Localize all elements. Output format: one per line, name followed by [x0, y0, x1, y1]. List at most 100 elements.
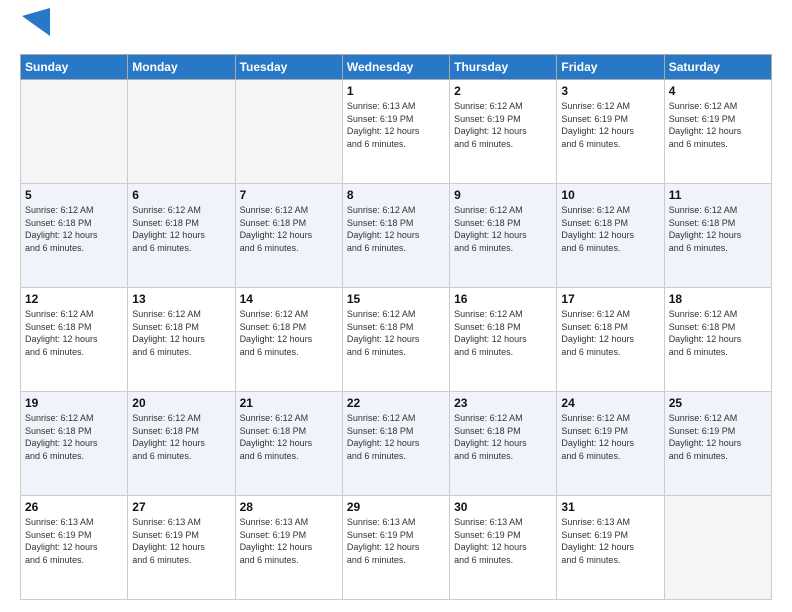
calendar-week-row: 1 Sunrise: 6:13 AM Sunset: 6:19 PM Daylig… [21, 80, 772, 184]
page: SundayMondayTuesdayWednesdayThursdayFrid… [0, 0, 792, 612]
day-info: Sunrise: 6:13 AM Sunset: 6:19 PM Dayligh… [347, 516, 445, 566]
day-number: 31 [561, 500, 659, 514]
calendar-cell: 3 Sunrise: 6:12 AM Sunset: 6:19 PM Daylig… [557, 80, 664, 184]
calendar-cell: 28 Sunrise: 6:13 AM Sunset: 6:19 PM Dayli… [235, 496, 342, 600]
calendar-cell: 22 Sunrise: 6:12 AM Sunset: 6:18 PM Dayli… [342, 392, 449, 496]
calendar-week-row: 12 Sunrise: 6:12 AM Sunset: 6:18 PM Dayli… [21, 288, 772, 392]
header [20, 16, 772, 44]
calendar-cell [235, 80, 342, 184]
weekday-header: Monday [128, 55, 235, 80]
calendar-cell: 21 Sunrise: 6:12 AM Sunset: 6:18 PM Dayli… [235, 392, 342, 496]
day-number: 18 [669, 292, 767, 306]
weekday-header: Thursday [450, 55, 557, 80]
day-number: 7 [240, 188, 338, 202]
calendar-cell: 18 Sunrise: 6:12 AM Sunset: 6:18 PM Dayli… [664, 288, 771, 392]
calendar-cell: 5 Sunrise: 6:12 AM Sunset: 6:18 PM Daylig… [21, 184, 128, 288]
calendar-week-row: 5 Sunrise: 6:12 AM Sunset: 6:18 PM Daylig… [21, 184, 772, 288]
weekday-header: Sunday [21, 55, 128, 80]
calendar-week-row: 19 Sunrise: 6:12 AM Sunset: 6:18 PM Dayli… [21, 392, 772, 496]
calendar-table: SundayMondayTuesdayWednesdayThursdayFrid… [20, 54, 772, 600]
calendar-cell: 7 Sunrise: 6:12 AM Sunset: 6:18 PM Daylig… [235, 184, 342, 288]
day-number: 12 [25, 292, 123, 306]
day-number: 15 [347, 292, 445, 306]
day-number: 20 [132, 396, 230, 410]
day-info: Sunrise: 6:12 AM Sunset: 6:18 PM Dayligh… [240, 412, 338, 462]
day-number: 6 [132, 188, 230, 202]
day-info: Sunrise: 6:12 AM Sunset: 6:18 PM Dayligh… [669, 308, 767, 358]
calendar-cell: 2 Sunrise: 6:12 AM Sunset: 6:19 PM Daylig… [450, 80, 557, 184]
day-info: Sunrise: 6:12 AM Sunset: 6:18 PM Dayligh… [347, 204, 445, 254]
calendar-cell: 10 Sunrise: 6:12 AM Sunset: 6:18 PM Dayli… [557, 184, 664, 288]
calendar-cell: 4 Sunrise: 6:12 AM Sunset: 6:19 PM Daylig… [664, 80, 771, 184]
day-info: Sunrise: 6:12 AM Sunset: 6:18 PM Dayligh… [347, 412, 445, 462]
day-number: 22 [347, 396, 445, 410]
day-info: Sunrise: 6:12 AM Sunset: 6:18 PM Dayligh… [25, 308, 123, 358]
weekday-header: Saturday [664, 55, 771, 80]
calendar-cell [664, 496, 771, 600]
logo-icon [22, 8, 50, 44]
calendar-cell: 6 Sunrise: 6:12 AM Sunset: 6:18 PM Daylig… [128, 184, 235, 288]
day-info: Sunrise: 6:12 AM Sunset: 6:19 PM Dayligh… [669, 412, 767, 462]
day-info: Sunrise: 6:12 AM Sunset: 6:18 PM Dayligh… [454, 412, 552, 462]
day-number: 24 [561, 396, 659, 410]
day-number: 23 [454, 396, 552, 410]
day-number: 3 [561, 84, 659, 98]
day-number: 28 [240, 500, 338, 514]
day-number: 2 [454, 84, 552, 98]
day-number: 4 [669, 84, 767, 98]
weekday-header: Tuesday [235, 55, 342, 80]
calendar-cell: 29 Sunrise: 6:13 AM Sunset: 6:19 PM Dayli… [342, 496, 449, 600]
day-number: 10 [561, 188, 659, 202]
day-number: 26 [25, 500, 123, 514]
day-info: Sunrise: 6:12 AM Sunset: 6:19 PM Dayligh… [561, 412, 659, 462]
calendar-cell: 12 Sunrise: 6:12 AM Sunset: 6:18 PM Dayli… [21, 288, 128, 392]
day-info: Sunrise: 6:12 AM Sunset: 6:18 PM Dayligh… [669, 204, 767, 254]
day-info: Sunrise: 6:12 AM Sunset: 6:18 PM Dayligh… [561, 308, 659, 358]
day-number: 1 [347, 84, 445, 98]
day-info: Sunrise: 6:12 AM Sunset: 6:19 PM Dayligh… [561, 100, 659, 150]
day-number: 16 [454, 292, 552, 306]
day-info: Sunrise: 6:12 AM Sunset: 6:18 PM Dayligh… [561, 204, 659, 254]
calendar-cell: 17 Sunrise: 6:12 AM Sunset: 6:18 PM Dayli… [557, 288, 664, 392]
calendar-cell: 16Sunrise: 6:12 AM Sunset: 6:18 PM Dayli… [450, 288, 557, 392]
day-info: Sunrise: 6:12 AM Sunset: 6:18 PM Dayligh… [240, 204, 338, 254]
day-info: Sunrise: 6:13 AM Sunset: 6:19 PM Dayligh… [132, 516, 230, 566]
calendar-cell: 14Sunrise: 6:12 AM Sunset: 6:18 PM Dayli… [235, 288, 342, 392]
day-number: 13 [132, 292, 230, 306]
day-number: 21 [240, 396, 338, 410]
calendar-cell [128, 80, 235, 184]
day-number: 25 [669, 396, 767, 410]
calendar-cell: 19 Sunrise: 6:12 AM Sunset: 6:18 PM Dayli… [21, 392, 128, 496]
day-number: 11 [669, 188, 767, 202]
day-info: Sunrise: 6:12 AM Sunset: 6:18 PM Dayligh… [25, 204, 123, 254]
calendar-cell: 13 Sunrise: 6:12 AM Sunset: 6:18 PM Dayli… [128, 288, 235, 392]
calendar-cell: 27Sunrise: 6:13 AM Sunset: 6:19 PM Dayli… [128, 496, 235, 600]
calendar-cell [21, 80, 128, 184]
day-number: 17 [561, 292, 659, 306]
day-info: Sunrise: 6:12 AM Sunset: 6:18 PM Dayligh… [132, 412, 230, 462]
day-number: 5 [25, 188, 123, 202]
day-info: Sunrise: 6:12 AM Sunset: 6:19 PM Dayligh… [669, 100, 767, 150]
day-info: Sunrise: 6:13 AM Sunset: 6:19 PM Dayligh… [454, 516, 552, 566]
day-number: 29 [347, 500, 445, 514]
calendar-cell: 15Sunrise: 6:12 AM Sunset: 6:18 PM Dayli… [342, 288, 449, 392]
day-info: Sunrise: 6:12 AM Sunset: 6:19 PM Dayligh… [454, 100, 552, 150]
calendar-cell: 26 Sunrise: 6:13 AM Sunset: 6:19 PM Dayli… [21, 496, 128, 600]
logo [20, 16, 50, 44]
calendar-cell: 1 Sunrise: 6:13 AM Sunset: 6:19 PM Daylig… [342, 80, 449, 184]
calendar-cell: 23 Sunrise: 6:12 AM Sunset: 6:18 PM Dayli… [450, 392, 557, 496]
day-info: Sunrise: 6:13 AM Sunset: 6:19 PM Dayligh… [25, 516, 123, 566]
day-number: 30 [454, 500, 552, 514]
day-number: 9 [454, 188, 552, 202]
day-info: Sunrise: 6:13 AM Sunset: 6:19 PM Dayligh… [240, 516, 338, 566]
calendar-cell: 8Sunrise: 6:12 AM Sunset: 6:18 PM Daylig… [342, 184, 449, 288]
calendar-cell: 20 Sunrise: 6:12 AM Sunset: 6:18 PM Dayli… [128, 392, 235, 496]
day-info: Sunrise: 6:12 AM Sunset: 6:18 PM Dayligh… [132, 204, 230, 254]
calendar-cell: 30 Sunrise: 6:13 AM Sunset: 6:19 PM Dayli… [450, 496, 557, 600]
calendar-cell: 31Sunrise: 6:13 AM Sunset: 6:19 PM Dayli… [557, 496, 664, 600]
day-info: Sunrise: 6:12 AM Sunset: 6:18 PM Dayligh… [132, 308, 230, 358]
day-info: Sunrise: 6:13 AM Sunset: 6:19 PM Dayligh… [347, 100, 445, 150]
weekday-header: Wednesday [342, 55, 449, 80]
day-info: Sunrise: 6:12 AM Sunset: 6:18 PM Dayligh… [25, 412, 123, 462]
day-number: 19 [25, 396, 123, 410]
